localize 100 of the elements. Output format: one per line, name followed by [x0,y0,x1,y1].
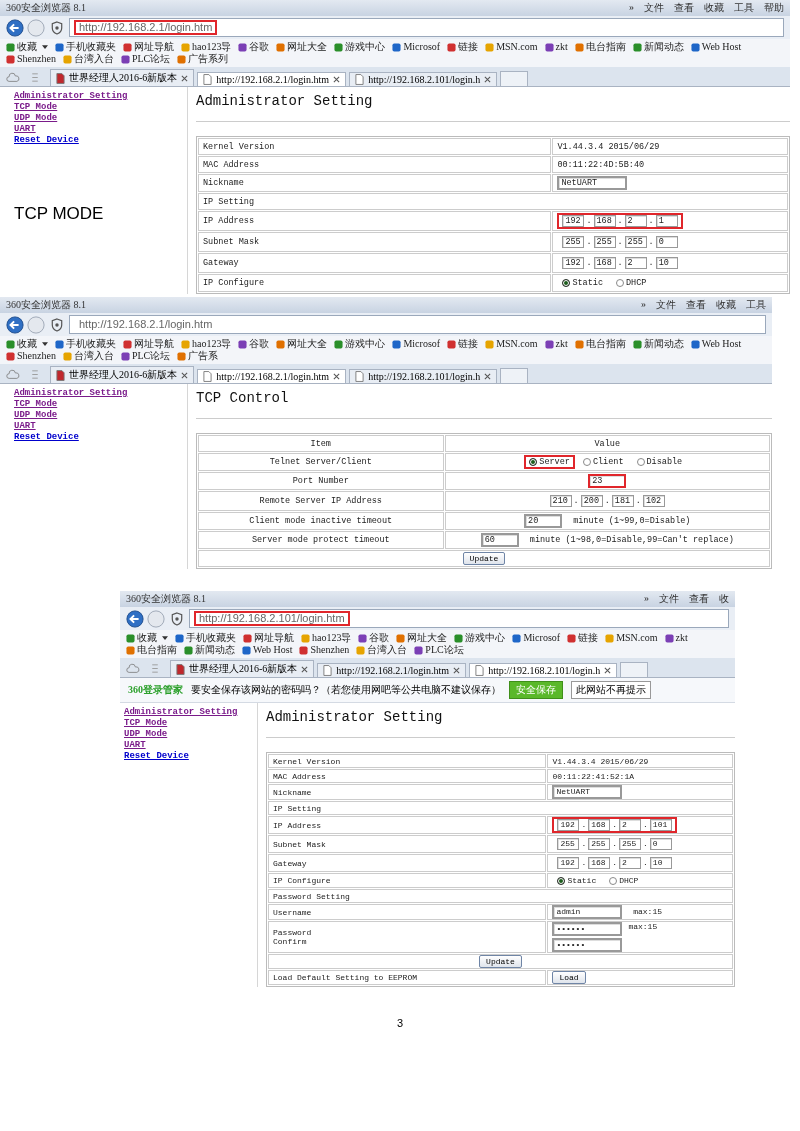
menu-item[interactable]: 文件 [656,298,676,312]
browser-tab[interactable]: 世界经理人2016-6新版本 [50,69,195,86]
menu-item[interactable]: 文件 [659,592,679,606]
bookmark-link[interactable]: 游戏中心 [334,338,386,350]
menu-item[interactable]: 收藏 [704,1,724,15]
bookmark-link[interactable]: Shenzhen [6,350,56,362]
octet-field[interactable]: 255 [593,236,616,248]
menu-item[interactable]: 查看 [689,592,709,606]
bookmark-link[interactable]: 网址导航 [243,632,294,644]
octet-field[interactable]: 101 [649,819,672,831]
bookmark-link[interactable]: 链接 [447,41,479,53]
bookmark-link[interactable]: 电台指南 [574,41,626,53]
bookmark-link[interactable]: 收藏 [6,338,48,350]
octet-field[interactable]: 10 [655,257,678,269]
octet-field[interactable]: 1 [655,215,678,227]
browser-tab[interactable]: http://192.168.2.1/login.htm [317,663,467,677]
radio-label[interactable]: Static [572,278,603,288]
bookmark-link[interactable]: 电台指南 [126,644,177,656]
bookmark-link[interactable]: 广告系 [177,350,219,362]
password-field[interactable]: •••••• [552,938,623,952]
bookmark-link[interactable]: 手机收藏夹 [55,338,116,350]
menu-item[interactable]: 工具 [746,298,766,312]
octet-field[interactable]: 255 [588,838,611,850]
radio-label[interactable]: Disable [646,457,683,467]
radio-label[interactable]: Client [592,457,624,467]
browser-tab[interactable]: http://192.168.2.101/login.h [469,663,618,677]
bookmark-link[interactable]: PLC论坛 [120,53,171,65]
update-button[interactable]: Update [462,552,506,565]
bookmark-link[interactable]: 收藏 [6,41,48,53]
bookmark-link[interactable]: 游戏中心 [454,632,506,644]
octet-field[interactable]: 192 [562,257,585,269]
back-button[interactable] [126,609,144,628]
nav-link[interactable]: Administrator Setting [124,707,238,718]
bookmark-link[interactable]: 网址导航 [123,41,174,53]
octet-field[interactable]: 2 [624,257,647,269]
bookmark-link[interactable]: 谷歌 [238,41,270,53]
bookmark-link[interactable]: 新闻动态 [632,338,684,350]
nav-link[interactable]: TCP Mode [14,102,58,113]
bookmark-link[interactable]: Microsof [392,338,441,350]
close-icon[interactable] [333,76,341,83]
bookmark-link[interactable]: 谷歌 [238,338,270,350]
url-field[interactable]: http://192.168.2.101/login.htm [189,609,729,628]
bookmark-link[interactable]: 台湾入台 [62,350,114,362]
new-tab-button[interactable] [500,71,529,86]
close-icon[interactable] [181,371,189,379]
bookmark-link[interactable]: 台湾入台 [62,53,114,65]
url-field[interactable]: http://192.168.2.1/login.htm [69,18,784,37]
octet-field[interactable]: 102 [642,495,665,507]
nav-link[interactable]: TCP Mode [14,399,58,410]
octet-field[interactable]: 2 [619,857,641,869]
bookmark-link[interactable]: hao123导 [181,41,232,53]
nav-link[interactable]: Reset Device [14,432,79,443]
bookmark-link[interactable]: 新闻动态 [632,41,684,53]
menu-item[interactable]: 收藏 [716,298,736,312]
octet-field[interactable]: 192 [557,857,580,869]
octet-field[interactable]: 168 [593,215,616,227]
bookmark-link[interactable]: PLC论坛 [120,350,171,362]
octet-field[interactable]: 168 [593,257,616,269]
octet-field[interactable]: 0 [649,838,672,850]
bookmark-link[interactable]: 谷歌 [358,632,390,644]
bookmark-link[interactable]: Shenzhen [299,644,350,656]
octet-field[interactable]: 181 [611,495,634,507]
password-field[interactable]: •••••• [552,922,623,936]
close-icon[interactable] [484,373,492,380]
bookmark-link[interactable]: 收藏 [126,632,168,644]
octet-field[interactable]: 255 [619,838,641,850]
nav-link[interactable]: Reset Device [124,751,189,762]
nav-link[interactable]: Administrator Setting [14,91,128,102]
octet-field[interactable]: 168 [588,819,611,831]
nav-link[interactable]: UART [14,124,36,135]
octet-field[interactable]: 168 [588,857,611,869]
bookmark-link[interactable]: Web Host [690,338,742,350]
browser-tab[interactable]: 世界经理人2016-6新版本 [50,366,195,383]
cloud-icon[interactable] [6,72,20,83]
bookmark-link[interactable]: Microsof [392,41,441,53]
load-button[interactable]: Load [552,971,586,984]
radio-label[interactable]: Static [567,876,597,885]
close-icon[interactable] [453,667,461,674]
update-button[interactable]: Update [479,955,522,968]
close-icon[interactable] [484,76,492,83]
menu-item[interactable]: 工具 [734,1,754,15]
menu-item[interactable]: 帮助 [764,1,784,15]
bookmark-link[interactable]: 网址大全 [396,632,448,644]
bookmark-link[interactable]: 网址大全 [276,338,328,350]
bookmark-link[interactable]: Web Host [242,644,293,656]
octet-field[interactable]: 2 [619,819,641,831]
close-icon[interactable] [333,373,341,380]
menu-item[interactable]: 收 [719,592,729,606]
input-field[interactable]: NetUART [557,176,628,190]
menu-item[interactable]: 查看 [674,1,694,15]
octet-field[interactable]: 10 [649,857,672,869]
octet-field[interactable]: 200 [580,495,603,507]
new-tab-button[interactable] [500,368,529,383]
bookmark-link[interactable]: 新闻动态 [184,644,235,656]
nav-link[interactable]: UDP Mode [14,113,58,124]
bookmark-link[interactable]: hao123导 [181,338,232,350]
nav-link[interactable]: UART [124,740,146,751]
new-tab-button[interactable] [620,662,649,677]
bookmark-link[interactable]: 手机收藏夹 [55,41,116,53]
octet-field[interactable]: 255 [562,236,585,248]
